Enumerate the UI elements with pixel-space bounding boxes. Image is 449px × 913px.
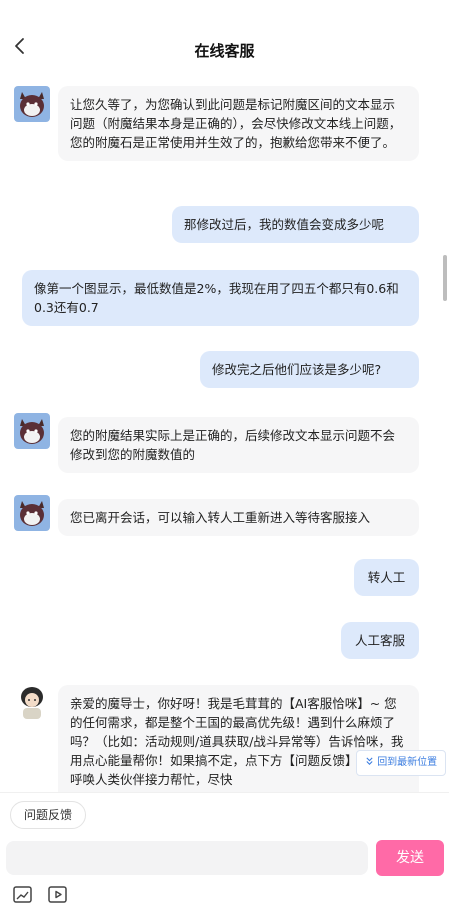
double-chevron-down-icon [365, 757, 377, 768]
user-message-bubble: 修改完之后他们应该是多少呢? [200, 351, 419, 388]
image-upload-icon[interactable] [12, 884, 34, 906]
user-message-bubble: 像第一个图显示，最低数值是2%，我现在用了四五个都只有0.6和0.3还有0.7 [22, 270, 419, 326]
bottom-input-bar: 问题反馈 发送 [0, 792, 449, 913]
back-to-latest-button[interactable]: 回到最新位置 [356, 750, 447, 776]
bot-message-bubble: 您的附魔结果实际上是正确的，后续修改文本显示问题不会修改到您的附魔数值的 [58, 417, 419, 473]
feedback-button[interactable]: 问题反馈 [10, 801, 87, 829]
bot-message-bubble: 您已离开会话，可以输入转人工重新进入等待客服接入 [58, 499, 419, 536]
scrollbar[interactable] [443, 255, 447, 301]
video-upload-icon[interactable] [47, 884, 69, 906]
bot-avatar [14, 495, 50, 531]
user-message-bubble: 人工客服 [341, 622, 419, 659]
user-message-bubble: 那修改过后，我的数值会变成多少呢 [172, 206, 419, 243]
back-to-latest-label: 回到最新位置 [377, 757, 438, 768]
send-button[interactable]: 发送 [376, 840, 444, 876]
chat-header: 在线客服 [0, 0, 449, 80]
page-title: 在线客服 [194, 42, 255, 60]
message-input[interactable] [6, 841, 368, 875]
bot-avatar [14, 413, 50, 449]
chat-message-list[interactable]: 让您久等了，为您确认到此问题是标记附魔区间的文本显示问题（附魔结果本身是正确的）… [0, 80, 449, 792]
bot-avatar [14, 86, 50, 122]
user-message-bubble: 转人工 [354, 559, 419, 596]
agent-avatar [14, 683, 50, 719]
bot-message-bubble: 让您久等了，为您确认到此问题是标记附魔区间的文本显示问题（附魔结果本身是正确的）… [58, 86, 419, 161]
